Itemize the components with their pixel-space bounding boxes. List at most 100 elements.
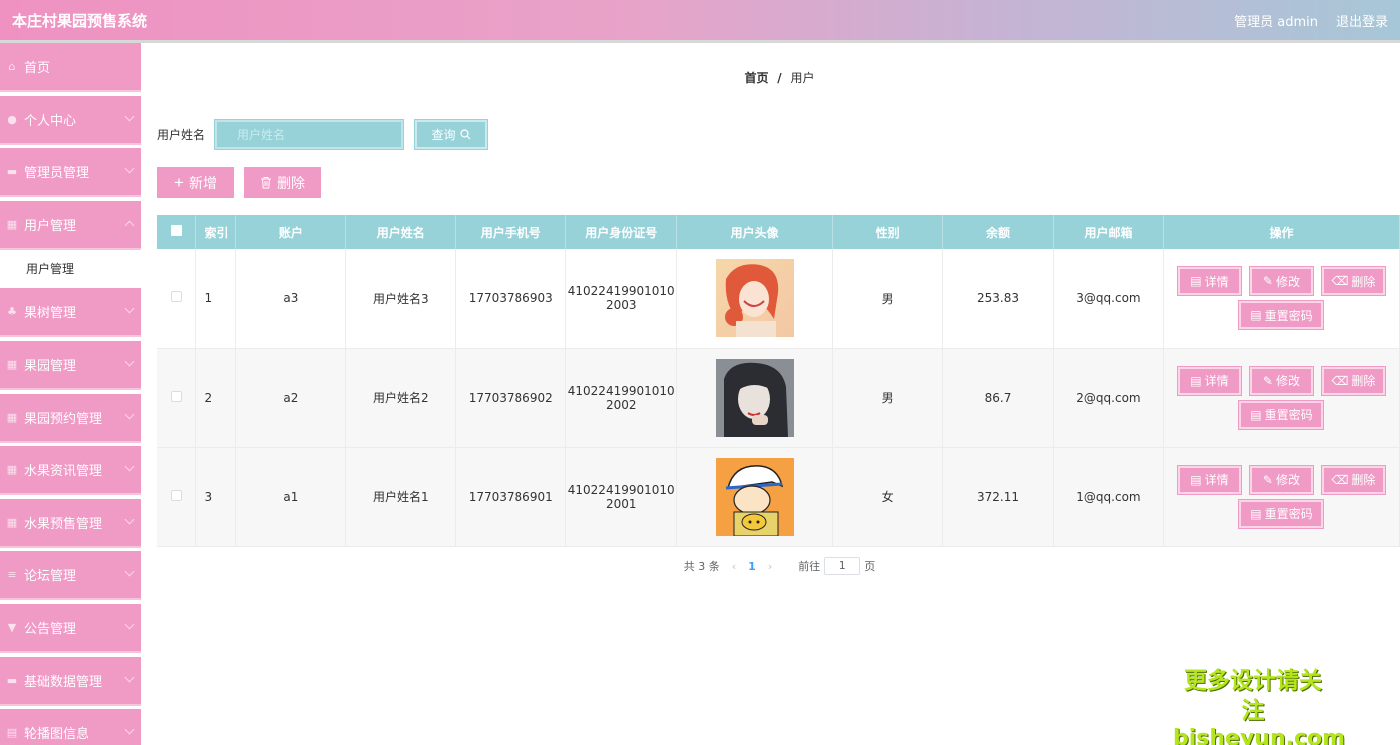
delete-button[interactable]: ⌫ 删除 (1320, 266, 1386, 297)
delete-button-label: 删除 (1351, 374, 1376, 388)
add-button-label: 新增 (188, 174, 217, 191)
row-checkbox[interactable] (157, 249, 197, 349)
prev-page-icon[interactable]: ‹ (732, 560, 736, 573)
edit-button-label: 修改 (1275, 473, 1300, 487)
document-icon: ▤ (1250, 506, 1262, 521)
query-button[interactable]: 查询 (414, 119, 489, 150)
sidebar-item-profile[interactable]: ● 个人中心 (0, 95, 141, 145)
sidebar-item-orchards[interactable]: ▦ 果园管理 (0, 340, 141, 390)
image-icon: ▤ (6, 726, 18, 740)
reset-password-button[interactable]: ▤ 重置密码 (1238, 399, 1325, 430)
reset-password-label: 重置密码 (1264, 507, 1313, 521)
cell-account: a2 (235, 348, 347, 448)
cell-account: a3 (235, 249, 347, 349)
delete-button[interactable]: ⌫ 删除 (1320, 464, 1386, 495)
sidebar-item-notices[interactable]: ▼ 公告管理 (0, 603, 141, 653)
logout-link[interactable]: 退出登录 (1336, 11, 1388, 30)
header-avatar: 用户头像 (676, 215, 834, 249)
search-input[interactable] (214, 119, 405, 150)
sidebar-item-users[interactable]: ▦ 用户管理 (0, 200, 141, 250)
chevron-down-icon (124, 409, 135, 420)
cell-name: 用户姓名1 (345, 447, 457, 547)
document-icon: ▤ (1190, 472, 1202, 487)
row-checkbox[interactable] (157, 447, 197, 547)
row-checkbox[interactable] (157, 348, 197, 448)
sidebar-item-label: 果园管理 (24, 358, 77, 374)
reset-password-button[interactable]: ▤ 重置密码 (1238, 498, 1325, 529)
detail-button[interactable]: ▤ 详情 (1176, 464, 1242, 495)
sidebar-item-fruit-news[interactable]: ▦ 水果资讯管理 (0, 446, 141, 496)
batch-delete-button[interactable]: 删除 (244, 167, 321, 198)
id-line-1: 41022419901010 (567, 284, 675, 299)
id-line-1: 41022419901010 (567, 383, 675, 398)
submenu-item-user-management[interactable]: 用户管理 (0, 250, 141, 287)
edit-icon: ✎ (1262, 373, 1273, 388)
cell-balance: 253.83 (942, 249, 1054, 349)
page-jump-input[interactable]: 1 (824, 557, 861, 575)
reset-password-button[interactable]: ▤ 重置密码 (1238, 300, 1325, 331)
trash-icon: ⌫ (1331, 373, 1349, 388)
sidebar-item-label: 管理员管理 (24, 166, 90, 182)
edit-icon: ✎ (1262, 472, 1273, 487)
chevron-up-icon (124, 220, 135, 231)
sidebar-item-carousel[interactable]: ▤ 轮播图信息 (0, 709, 141, 745)
edit-button[interactable]: ✎ 修改 (1248, 365, 1314, 396)
sidebar-item-label: 首页 (24, 61, 51, 76)
page-jump: 前往 1 页 (798, 557, 875, 575)
list-icon: ≡ (7, 568, 17, 582)
sidebar-item-label: 果园预约管理 (24, 411, 103, 427)
cell-actions: ▤ 详情 ✎ 修改 ⌫ 删除 ▤ 重置密码 (1163, 348, 1400, 448)
sidebar-item-label: 个人中心 (24, 113, 77, 129)
sidebar-item-label: 水果资讯管理 (24, 464, 103, 480)
sidebar-item-orchard-booking[interactable]: ▦ 果园预约管理 (0, 393, 141, 443)
sidebar-item-label: 轮播图信息 (24, 727, 90, 743)
reset-password-label: 重置密码 (1264, 308, 1313, 323)
app-title: 本庄村果园预售系统 (12, 11, 148, 30)
detail-button-label: 详情 (1204, 473, 1229, 487)
sidebar-item-base-data[interactable]: ▬ 基础数据管理 (0, 656, 141, 706)
detail-button-label: 详情 (1204, 274, 1229, 289)
search-bar: 用户姓名 查询 (157, 119, 489, 150)
chevron-down-icon (124, 111, 135, 122)
table-row: 1 a3 用户姓名3 17703786903 41022419901010 200… (157, 249, 1400, 349)
page-number-current[interactable]: 1 (748, 560, 756, 573)
breadcrumb-home[interactable]: 首页 (744, 71, 768, 85)
cell-index: 3 (195, 447, 237, 547)
edit-button[interactable]: ✎ 修改 (1248, 266, 1314, 297)
detail-button[interactable]: ▤ 详情 (1176, 365, 1242, 396)
detail-button[interactable]: ▤ 详情 (1176, 266, 1242, 297)
user-avatar-image[interactable] (715, 259, 794, 338)
chevron-down-icon (124, 566, 135, 577)
sidebar-item-fruit-trees[interactable]: ♣ 果树管理 (0, 288, 141, 338)
user-table: 索引 账户 用户姓名 用户手机号 用户身份证号 用户头像 性别 余额 用户邮箱 … (157, 215, 1400, 547)
sidebar-item-home[interactable]: ⌂ 首页 (0, 43, 141, 92)
detail-button-label: 详情 (1204, 374, 1229, 388)
sidebar-item-admin[interactable]: ▬ 管理员管理 (0, 148, 141, 198)
grid-icon: ▦ (6, 217, 18, 231)
add-button[interactable]: + 新增 (157, 167, 234, 198)
chevron-down-icon (124, 163, 135, 174)
delete-button-label: 删除 (1351, 274, 1376, 289)
user-avatar-image[interactable] (715, 457, 794, 536)
header-email: 用户邮箱 (1053, 215, 1164, 249)
user-avatar-image[interactable] (715, 358, 794, 437)
cell-gender: 女 (832, 447, 944, 547)
sidebar-item-forum[interactable]: ≡ 论坛管理 (0, 551, 141, 601)
sidebar-item-fruit-presale[interactable]: ▦ 水果预售管理 (0, 498, 141, 548)
watermark-line-1: 更多设计请关注 (1184, 668, 1322, 724)
header-index: 索引 (195, 215, 237, 249)
cell-index: 1 (195, 249, 237, 349)
chevron-down-icon (124, 356, 135, 367)
id-line-2: 2002 (605, 397, 637, 412)
admin-user-label[interactable]: 管理员 admin (1234, 11, 1318, 30)
edit-button-label: 修改 (1275, 374, 1300, 388)
document-icon: ▤ (1190, 373, 1202, 388)
goto-prefix: 前往 (798, 560, 821, 573)
sidebar-item-label: 水果预售管理 (24, 516, 103, 532)
delete-button[interactable]: ⌫ 删除 (1320, 365, 1386, 396)
select-all-checkbox[interactable] (157, 215, 197, 249)
edit-button[interactable]: ✎ 修改 (1248, 464, 1314, 495)
next-page-icon[interactable]: › (768, 560, 772, 573)
pagination-total: 共 3 条 (683, 560, 720, 573)
table-row: 3 a1 用户姓名1 17703786901 41022419901010 200… (157, 447, 1400, 547)
